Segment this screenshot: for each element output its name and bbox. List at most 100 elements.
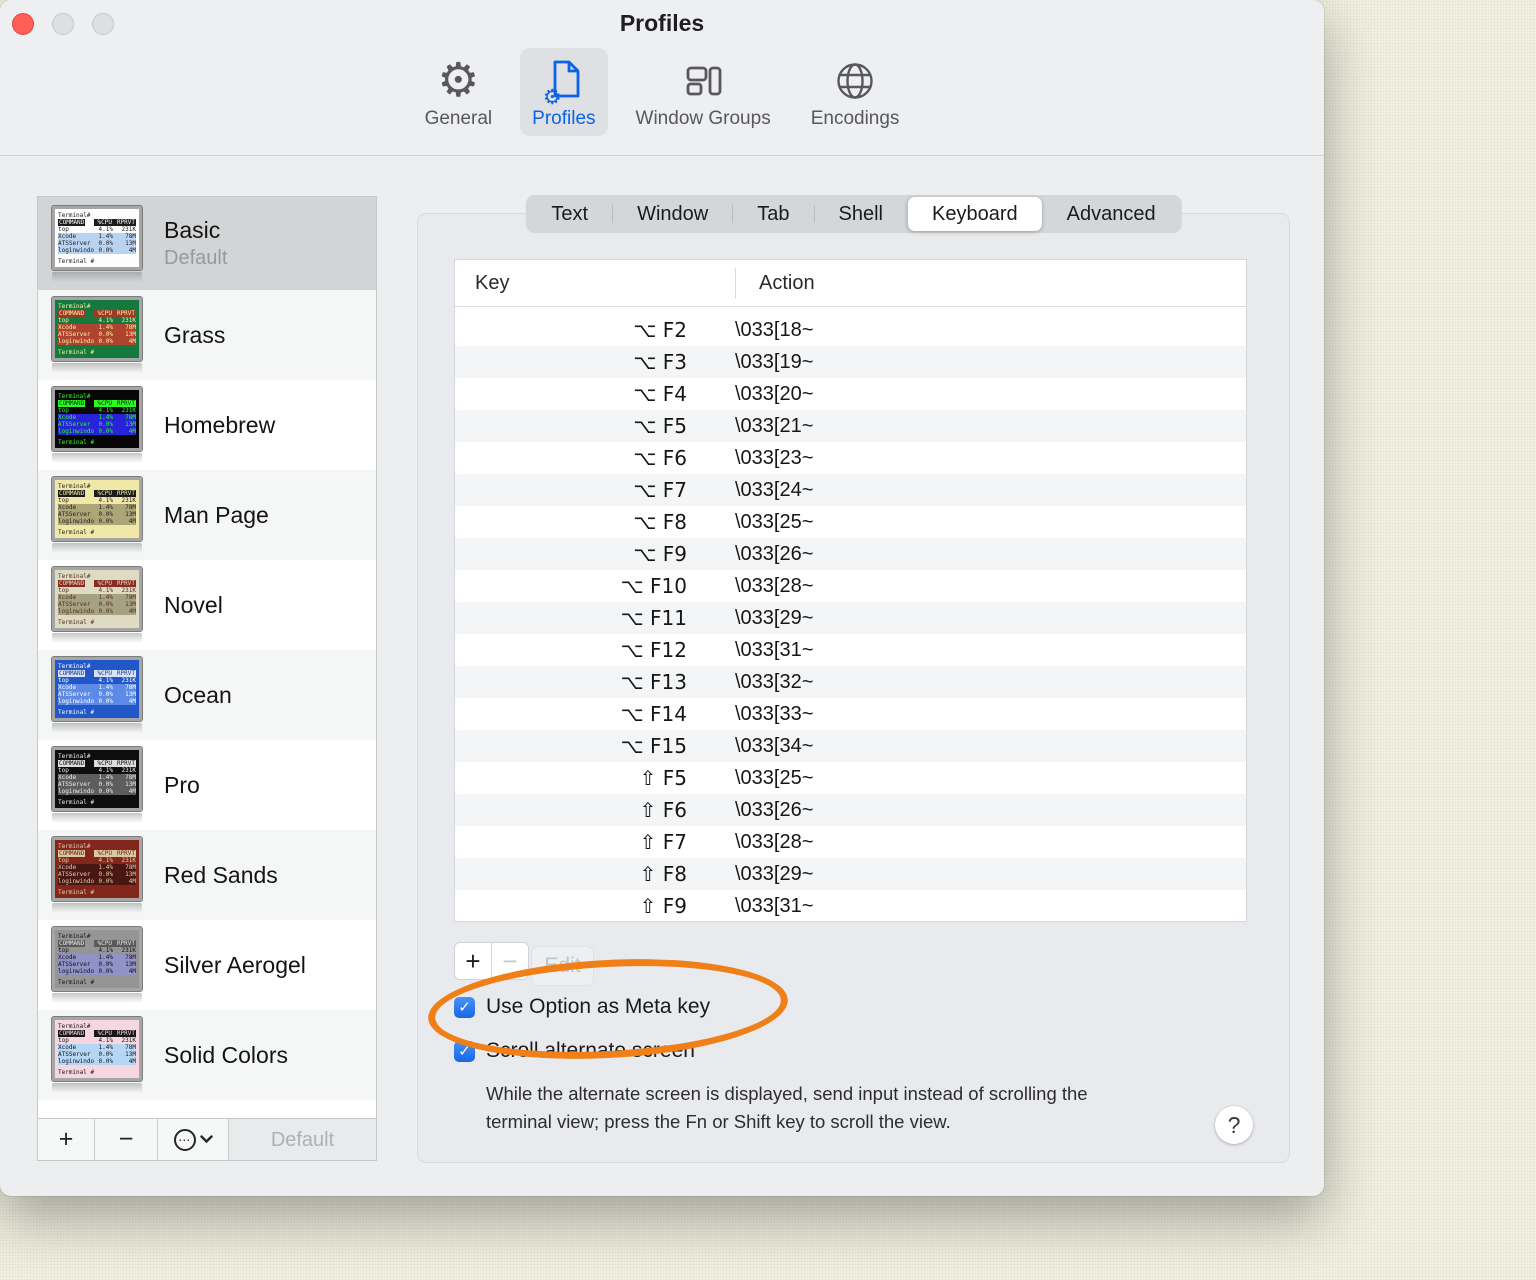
tab-text[interactable]: Text — [527, 197, 612, 231]
tab-window[interactable]: Window — [613, 197, 732, 231]
toolbar-item-encodings[interactable]: Encodings — [799, 48, 912, 136]
key-cell: ⌥ F6 — [633, 446, 687, 470]
thumb-chip: COMMAND — [58, 1030, 86, 1037]
terminal-preview-icon: Terminal# COMMAND %CPU RPRVT top 4.1% 231K Xcod… — [51, 296, 143, 362]
thumb-chip: COMMAND — [58, 580, 86, 587]
toolbar-item-window-groups[interactable]: Window Groups — [624, 48, 783, 136]
set-default-button: Default — [229, 1119, 376, 1160]
thumb-title: Terminal# — [58, 211, 91, 219]
edit-key-mapping-button: Edit — [531, 946, 594, 986]
thumb-row: top 4.1% 231K — [58, 677, 136, 684]
profile-item-grass[interactable]: Terminal# COMMAND %CPU RPRVT top 4.1% 231K Xcod… — [38, 290, 376, 380]
thumb-header: COMMAND %CPU RPRVT — [58, 490, 136, 497]
key-cell: ⇧ F8 — [639, 862, 687, 886]
profile-item-man-page[interactable]: Terminal# COMMAND %CPU RPRVT top 4.1% 231K Xcod… — [38, 470, 376, 560]
table-row[interactable]: ⇧ F5 \033[25~ — [455, 762, 1246, 794]
thumb-row: ATSServer 0.0% 13M — [58, 961, 136, 968]
profile-item-ocean[interactable]: Terminal# COMMAND %CPU RPRVT top 4.1% 231K Xcod… — [38, 650, 376, 740]
terminal-preview-icon: Terminal# COMMAND %CPU RPRVT top 4.1% 231K Xcod… — [51, 926, 143, 992]
profile-label: Pro — [164, 772, 200, 799]
thumb-header: COMMAND %CPU RPRVT — [58, 670, 136, 677]
thumb-header: COMMAND %CPU RPRVT — [58, 1030, 136, 1037]
thumb-chip: RPRVT — [113, 490, 136, 497]
scroll-alternate-screen-checkbox[interactable]: ✓ — [454, 1040, 475, 1062]
table-row[interactable]: ⇧ F6 \033[26~ — [455, 794, 1246, 826]
thumb-header: COMMAND %CPU RPRVT — [58, 940, 136, 947]
table-row[interactable]: ⌥ F12 \033[31~ — [455, 634, 1246, 666]
thumb-row: top 4.1% 231K — [58, 407, 136, 414]
column-header-action: Action — [759, 272, 815, 294]
table-row[interactable]: ⌥ F14 \033[33~ — [455, 698, 1246, 730]
thumb-chip: RPRVT — [113, 760, 136, 767]
profile-item-pro[interactable]: Terminal# COMMAND %CPU RPRVT top 4.1% 231K Xcod… — [38, 740, 376, 830]
thumb-chip: COMMAND — [58, 218, 86, 226]
terminal-preview-icon: Terminal# COMMAND %CPU RPRVT top 4.1% 231K Xcod… — [51, 476, 143, 542]
tab-keyboard[interactable]: Keyboard — [907, 197, 1042, 231]
table-row[interactable]: ⌥ F8 \033[25~ — [455, 506, 1246, 538]
table-row[interactable]: ⌥ F4 \033[20~ — [455, 378, 1246, 410]
table-row[interactable]: ⌥ F7 \033[24~ — [455, 474, 1246, 506]
table-row[interactable]: ⇧ F9 \033[31~ — [455, 890, 1246, 922]
table-row[interactable]: ⌥ F6 \033[23~ — [455, 442, 1246, 474]
tab-tab[interactable]: Tab — [733, 197, 813, 231]
add-key-mapping-button[interactable]: + — [454, 942, 492, 980]
thumb-title: Terminal# — [58, 843, 91, 850]
thumb-chip: %CPU — [94, 218, 113, 226]
table-row[interactable]: ⌥ F13 \033[32~ — [455, 666, 1246, 698]
profile-name: Novel — [164, 591, 223, 618]
thumb-row: Xcode 1.4% 78M — [58, 324, 136, 331]
thumb-row: Xcode 1.4% 78M — [58, 864, 136, 871]
remove-profile-button[interactable]: − — [95, 1119, 158, 1160]
table-row[interactable]: ⌥ F9 \033[26~ — [455, 538, 1246, 570]
thumb-row: ATSServer 0.0% 13M — [58, 781, 136, 788]
profile-name: Basic — [164, 217, 221, 243]
profile-item-silver-aerogel[interactable]: Terminal# COMMAND %CPU RPRVT top 4.1% 231K Xcod… — [38, 920, 376, 1010]
profile-item-homebrew[interactable]: Terminal# COMMAND %CPU RPRVT top 4.1% 231K Xcod… — [38, 380, 376, 470]
thumb-row: Xcode 1.4% 78M — [58, 594, 136, 601]
option-row-use-option-as-meta: ✓ Use Option as Meta key — [454, 995, 710, 1019]
toolbar-item-profiles[interactable]: ⚙ Profiles — [520, 48, 608, 136]
thumb-row: loginwindow 0.0% 4M — [58, 246, 136, 254]
thumb-chip: %CPU — [94, 670, 113, 677]
thumb-title: Terminal# — [58, 933, 91, 940]
use-option-as-meta-checkbox[interactable]: ✓ — [454, 996, 475, 1018]
thumb-row: top 4.1% 231K — [58, 1037, 136, 1044]
thumb-prompt: Terminal # — [58, 439, 95, 446]
action-cell: \033[33~ — [735, 702, 814, 725]
table-row[interactable]: ⇧ F8 \033[29~ — [455, 858, 1246, 890]
toolbar-item-general[interactable]: ⚙ General — [413, 48, 505, 136]
thumb-title: Terminal# — [58, 483, 91, 490]
profile-item-red-sands[interactable]: Terminal# COMMAND %CPU RPRVT top 4.1% 231K Xcod… — [38, 830, 376, 920]
table-row[interactable]: ⌥ F2 \033[18~ — [455, 314, 1246, 346]
profile-thumbnail: Terminal# COMMAND %CPU RPRVT top 4.1% 231K Xcod… — [51, 1016, 143, 1093]
thumbnail-reflection — [52, 813, 142, 823]
key-cell: ⌥ F12 — [620, 638, 687, 662]
profile-item-solid-colors[interactable]: Terminal# COMMAND %CPU RPRVT top 4.1% 231K Xcod… — [38, 1010, 376, 1100]
tab-shell[interactable]: Shell — [815, 197, 907, 231]
profile-name: Homebrew — [164, 411, 276, 438]
table-row[interactable]: ⌥ F3 \033[19~ — [455, 346, 1246, 378]
profile-name: Silver Aerogel — [164, 951, 306, 978]
profile-thumbnail: Terminal# COMMAND %CPU RPRVT top 4.1% 231K Xcod… — [51, 386, 143, 463]
table-row[interactable]: ⌥ F10 \033[28~ — [455, 570, 1246, 602]
table-row[interactable]: ⌥ F15 \033[34~ — [455, 730, 1246, 762]
action-cell: \033[24~ — [735, 478, 814, 501]
add-profile-button[interactable]: + — [38, 1119, 95, 1160]
thumb-row: loginwindow 0.0% 4M — [58, 428, 136, 435]
action-cell: \033[19~ — [735, 350, 814, 373]
table-row[interactable]: ⌥ F5 \033[21~ — [455, 410, 1246, 442]
thumb-prompt: Terminal # — [58, 709, 95, 716]
thumb-chip: %CPU — [94, 850, 113, 857]
profile-item-novel[interactable]: Terminal# COMMAND %CPU RPRVT top 4.1% 231K Xcod… — [38, 560, 376, 650]
terminal-preview-icon: Terminal# COMMAND %CPU RPRVT top 4.1% 231K Xcod… — [51, 386, 143, 452]
table-row[interactable]: ⇧ F7 \033[28~ — [455, 826, 1246, 858]
help-button[interactable]: ? — [1215, 1106, 1253, 1144]
terminal-preview-icon: Terminal# COMMAND %CPU RPRVT top 4.1% 231K Xcod… — [51, 1016, 143, 1082]
thumb-prompt: Terminal # — [58, 799, 95, 806]
tab-advanced[interactable]: Advanced — [1043, 197, 1180, 231]
table-row[interactable]: ⌥ F11 \033[29~ — [455, 602, 1246, 634]
more-options-button[interactable]: ⋯ — [158, 1119, 229, 1160]
thumb-chip: %CPU — [94, 490, 113, 497]
remove-key-mapping-button: − — [491, 942, 529, 980]
profile-item-basic[interactable]: Terminal# COMMAND %CPU RPRVT top 4.1% 231K Xcod… — [38, 197, 376, 290]
